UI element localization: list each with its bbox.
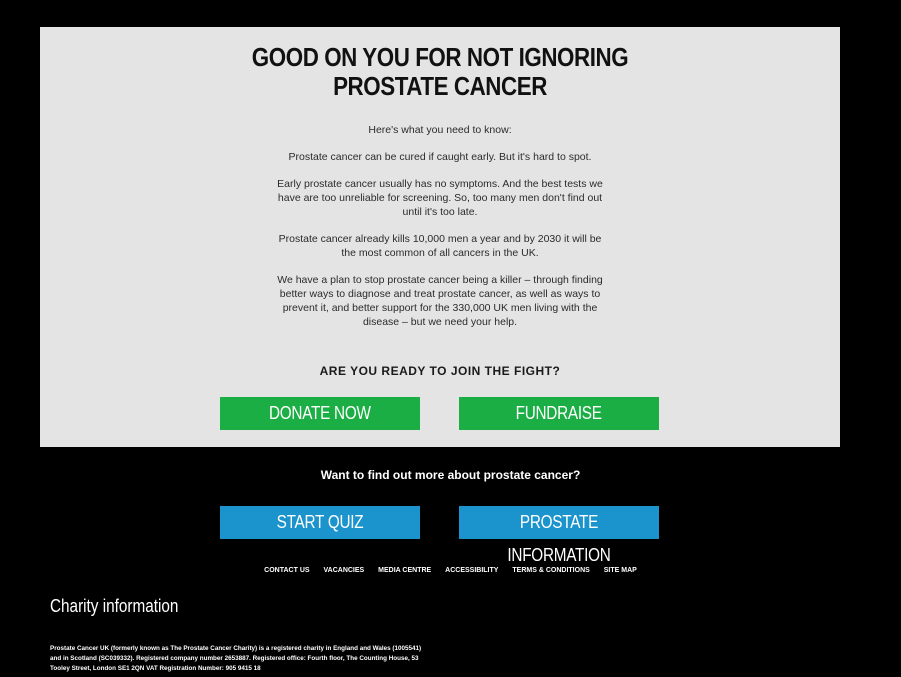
prostate-information-label: PROSTATE INFORMATION (507, 512, 611, 565)
headline-line-2: PROSTATE CANCER (333, 71, 547, 101)
hero-panel: GOOD ON YOU FOR NOT IGNORING PROSTATE CA… (40, 27, 840, 447)
footer-link-terms[interactable]: TERMS & CONDITIONS (512, 567, 589, 574)
footer-link-contact-us[interactable]: CONTACT US (264, 567, 309, 574)
footer-link-accessibility[interactable]: ACCESSIBILITY (445, 567, 498, 574)
prostate-information-button[interactable]: PROSTATE INFORMATION (459, 506, 659, 565)
start-quiz-label: START QUIZ (276, 512, 364, 532)
fundraise-button[interactable]: FUNDRAISE (459, 397, 659, 430)
intro-copy: Here's what you need to know: Prostate c… (270, 123, 610, 342)
footer-link-vacancies[interactable]: VACANCIES (324, 567, 365, 574)
charity-info-text: Prostate Cancer UK (formerly known as Th… (50, 645, 422, 672)
intro-paragraph: Here's what you need to know: (368, 124, 512, 136)
donate-now-button[interactable]: DONATE NOW (220, 397, 420, 430)
intro-paragraph: Prostate cancer can be cured if caught e… (288, 151, 592, 163)
footer-link-site-map[interactable]: SITE MAP (604, 567, 637, 574)
page-title: GOOD ON YOU FOR NOT IGNORING PROSTATE CA… (96, 43, 784, 101)
charity-info-title: Charity information (50, 596, 179, 616)
footer-link-media-centre[interactable]: MEDIA CENTRE (378, 567, 431, 574)
intro-paragraph: Prostate cancer already kills 10,000 men… (278, 233, 602, 259)
cta-question: ARE YOU READY TO JOIN THE FIGHT? (319, 364, 561, 378)
intro-paragraph: We have a plan to stop prostate cancer b… (277, 274, 603, 328)
footer-nav: CONTACT US VACANCIES MEDIA CENTRE ACCESS… (0, 567, 901, 574)
donate-now-label: DONATE NOW (269, 403, 371, 423)
start-quiz-button[interactable]: START QUIZ (220, 506, 420, 539)
more-info-question: Want to find out more about prostate can… (320, 468, 581, 482)
fundraise-label: FUNDRAISE (515, 403, 603, 423)
headline-line-1: GOOD ON YOU FOR NOT IGNORING (251, 42, 629, 72)
intro-paragraph: Early prostate cancer usually has no sym… (277, 178, 603, 218)
